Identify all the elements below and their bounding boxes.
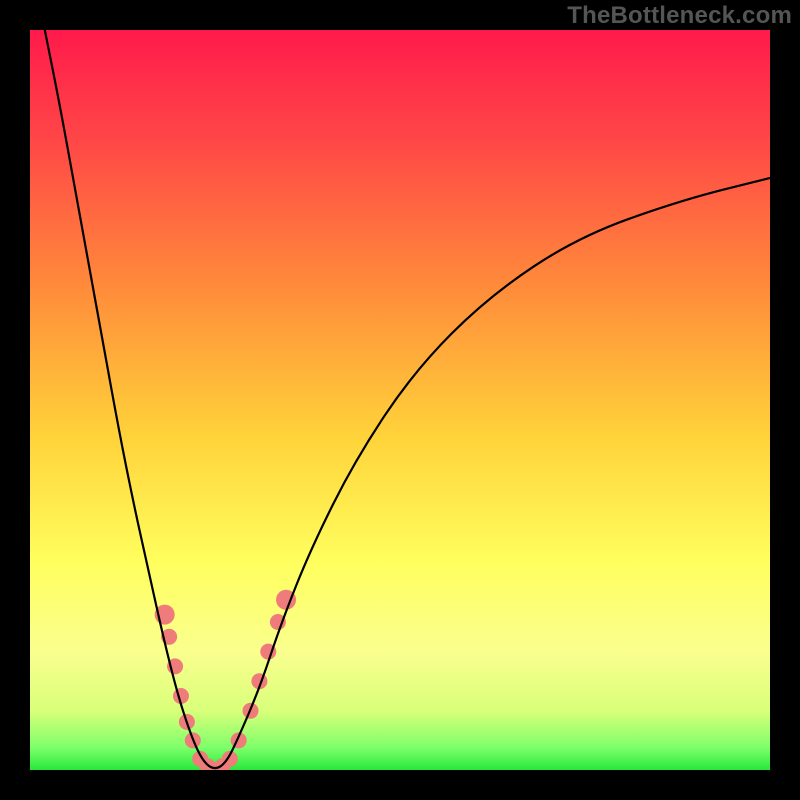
curve-layer [30, 30, 770, 770]
plot-area [30, 30, 770, 770]
highlight-dots-group [155, 590, 296, 770]
chart-frame: TheBottleneck.com [0, 0, 800, 800]
watermark-text: TheBottleneck.com [567, 2, 792, 30]
bottleneck-curve [45, 30, 770, 768]
